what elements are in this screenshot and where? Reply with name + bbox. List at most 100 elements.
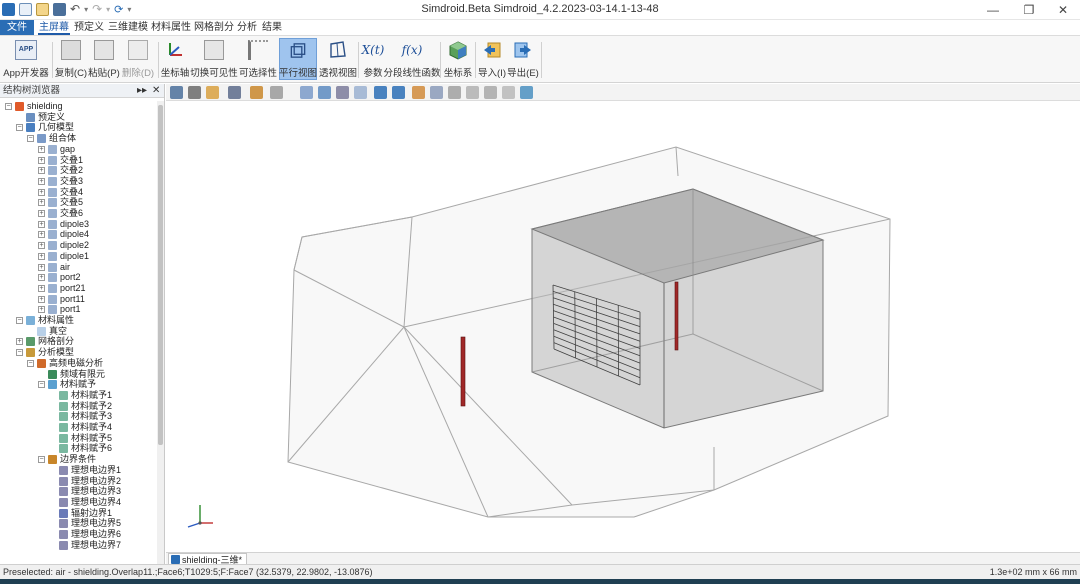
file-menu[interactable]: 文件 xyxy=(0,20,34,35)
expand-icon[interactable]: + xyxy=(38,210,45,217)
select-faces-icon[interactable] xyxy=(430,86,443,99)
collapse-icon[interactable]: − xyxy=(16,124,23,132)
delete-button[interactable]: 删除(D) xyxy=(122,38,154,80)
app-developer-button[interactable]: APP App开发器 xyxy=(3,38,49,80)
tab-results[interactable]: 结果 xyxy=(261,20,283,35)
collapse-icon[interactable]: − xyxy=(5,103,12,110)
pan-icon[interactable] xyxy=(354,86,367,99)
close-button[interactable]: ✕ xyxy=(1046,0,1080,20)
tree-item[interactable]: + port1 xyxy=(0,304,158,315)
tree-item[interactable]: + 网格剖分 xyxy=(0,336,158,347)
tab-3d-modeling[interactable]: 三维建模 xyxy=(108,20,148,35)
export-button[interactable]: 导出(E) xyxy=(507,38,539,80)
rotate-right-icon[interactable] xyxy=(392,86,405,99)
close-panel-icon[interactable]: ✕ xyxy=(152,84,160,98)
pin-panel-icon[interactable]: ▸▸ xyxy=(137,84,147,98)
tree-item[interactable]: 理想电边界1 xyxy=(0,465,158,476)
tree-item[interactable]: − 边界条件 xyxy=(0,454,158,465)
coordinate-system-button[interactable]: 坐标系 xyxy=(444,38,472,80)
tree-item[interactable]: + 交叠4 xyxy=(0,187,158,198)
tree-item[interactable]: + 交叠2 xyxy=(0,165,158,176)
tree-item[interactable]: + 交叠3 xyxy=(0,176,158,187)
tree-item[interactable]: + air xyxy=(0,262,158,273)
tree-scrollbar[interactable] xyxy=(157,101,164,564)
selectability-button[interactable]: 可选择性 xyxy=(239,38,277,80)
tree-item[interactable]: 理想电边界6 xyxy=(0,529,158,540)
expand-icon[interactable]: + xyxy=(38,167,45,175)
dipole-outside[interactable] xyxy=(460,336,466,407)
show-icon[interactable] xyxy=(502,86,515,99)
tree-item[interactable]: + port21 xyxy=(0,283,158,294)
expand-icon[interactable]: + xyxy=(38,295,45,303)
expand-icon[interactable]: + xyxy=(38,177,45,185)
zoom-window-icon[interactable] xyxy=(318,86,331,99)
tree-item[interactable]: + 交叠5 xyxy=(0,197,158,208)
axis-button[interactable]: 坐标轴 xyxy=(161,38,189,80)
expand-icon[interactable]: + xyxy=(38,306,45,314)
copy-button[interactable]: 复制(C) xyxy=(55,38,87,80)
tree-item[interactable]: − shielding xyxy=(0,101,158,112)
tree-item[interactable]: + dipole2 xyxy=(0,240,158,251)
tree-item[interactable]: 理想电边界2 xyxy=(0,476,158,487)
print-icon[interactable] xyxy=(188,86,201,99)
hide-icon[interactable] xyxy=(484,86,497,99)
expand-icon[interactable]: + xyxy=(38,284,45,292)
color-icon[interactable] xyxy=(250,86,263,99)
expand-icon[interactable]: + xyxy=(38,252,45,260)
tree-item[interactable]: − 几何模型 xyxy=(0,122,158,133)
tree-item[interactable]: − 材料属性 xyxy=(0,315,158,326)
parameter-button[interactable]: X(t) 参数 xyxy=(361,38,385,80)
rotate-left-icon[interactable] xyxy=(374,86,387,99)
screenshot-icon[interactable] xyxy=(170,86,183,99)
tree-item[interactable]: + dipole4 xyxy=(0,229,158,240)
parallel-view-button[interactable]: 平行视图 xyxy=(279,38,317,80)
tree-scroll-thumb[interactable] xyxy=(158,105,163,445)
tree-item[interactable]: + 交叠6 xyxy=(0,208,158,219)
tree-item[interactable]: + port11 xyxy=(0,294,158,305)
tree-item[interactable]: + port2 xyxy=(0,272,158,283)
zoom-extents-icon[interactable] xyxy=(300,86,313,99)
toggle-visibility-button[interactable]: 切换可见性 xyxy=(190,38,238,80)
expand-icon[interactable]: + xyxy=(38,274,45,282)
expand-icon[interactable]: + xyxy=(16,338,23,346)
tree-item[interactable]: 理想电边界3 xyxy=(0,486,158,497)
perspective-view-button[interactable]: 透视视图 xyxy=(319,38,357,80)
tab-material-properties[interactable]: 材料属性 xyxy=(151,20,191,35)
piecewise-function-button[interactable]: f(x) 分段线性函数 xyxy=(384,38,441,80)
geometry-check-icon[interactable] xyxy=(520,86,533,99)
tab-home[interactable]: 主屏幕 xyxy=(38,20,70,35)
expand-icon[interactable]: + xyxy=(38,231,45,239)
collapse-icon[interactable]: − xyxy=(38,381,45,389)
filter-icon[interactable] xyxy=(270,86,283,99)
tree-item[interactable]: 材料赋予1 xyxy=(0,390,158,401)
tab-predefine[interactable]: 预定义 xyxy=(73,20,105,35)
collapse-icon[interactable]: − xyxy=(16,349,23,357)
tree-item[interactable]: 材料赋予4 xyxy=(0,422,158,433)
select-bodies-icon[interactable] xyxy=(412,86,425,99)
select-points-icon[interactable] xyxy=(466,86,479,99)
tree-item[interactable]: − 组合体 xyxy=(0,133,158,144)
expand-icon[interactable]: + xyxy=(38,242,45,250)
tree-item[interactable]: + 交叠1 xyxy=(0,155,158,166)
tree-item[interactable]: 材料赋予3 xyxy=(0,411,158,422)
collapse-icon[interactable]: − xyxy=(27,135,34,143)
tree-item[interactable]: 预定义 xyxy=(0,112,158,123)
collapse-icon[interactable]: − xyxy=(16,317,23,324)
tree-item[interactable]: 频域有限元 xyxy=(0,369,158,380)
minimize-button[interactable]: — xyxy=(976,0,1010,20)
collapse-icon[interactable]: − xyxy=(38,456,45,464)
tree-item[interactable]: + dipole3 xyxy=(0,219,158,230)
3d-scene[interactable] xyxy=(166,101,1080,552)
tree-item[interactable]: + gap xyxy=(0,144,158,155)
dipole-inside[interactable] xyxy=(674,281,679,351)
tree-item[interactable]: − 材料赋予 xyxy=(0,379,158,390)
tree-item[interactable]: + dipole1 xyxy=(0,251,158,262)
render-mode-icon[interactable] xyxy=(228,86,241,99)
select-edges-icon[interactable] xyxy=(448,86,461,99)
import-button[interactable]: 导入(I) xyxy=(478,38,506,80)
tree-item[interactable]: − 高频电磁分析 xyxy=(0,358,158,369)
fit-selection-icon[interactable] xyxy=(336,86,349,99)
tree-item[interactable]: 理想电边界4 xyxy=(0,497,158,508)
collapse-icon[interactable]: − xyxy=(27,359,34,367)
view-cube-icon[interactable] xyxy=(206,86,219,99)
